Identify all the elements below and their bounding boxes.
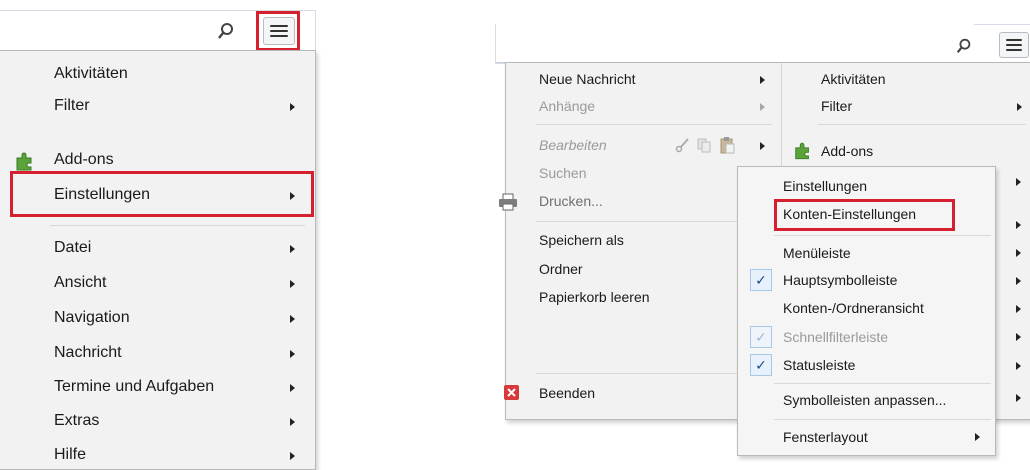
menu-item-termine-und-aufgaben[interactable]: Termine und Aufgaben [0, 374, 315, 402]
checkmark-icon: ✓ [750, 326, 772, 348]
menu-separator [50, 225, 305, 226]
menu-item-label: Drucken... [539, 193, 603, 209]
submenu-item-menueleiste[interactable]: Menüleiste [738, 240, 995, 266]
search-icon[interactable] [955, 37, 973, 55]
submenu-arrow-icon [1016, 333, 1021, 341]
submenu-item-statusleiste[interactable]: ✓ Statusleiste [738, 352, 995, 378]
submenu-arrow-icon [290, 280, 295, 288]
menu-separator [818, 124, 1026, 125]
menu-separator [774, 383, 991, 384]
menu-item-label: Suchen [539, 165, 587, 181]
submenu-arrow-icon [1016, 362, 1021, 370]
menu-item-label: Filter [821, 98, 853, 114]
submenu-arrow-icon [760, 103, 765, 111]
submenu-item-fensterlayout[interactable]: Fensterlayout [738, 424, 995, 450]
copy-icon [696, 137, 712, 158]
submenu-arrow-icon [760, 142, 765, 150]
menu-item-aktivitaeten-right[interactable]: Aktivitäten [782, 68, 1030, 92]
printer-icon [498, 193, 518, 216]
menu-item-nachricht[interactable]: Nachricht [0, 340, 315, 368]
menu-item-label: Ordner [539, 261, 583, 277]
menu-separator [774, 419, 991, 420]
left-app-menu: Aktivitäten Filter Add-ons Einstellungen… [0, 50, 316, 470]
submenu-arrow-icon [290, 315, 295, 323]
menu-item-datei[interactable]: Datei [0, 235, 315, 263]
submenu-item-label: Menüleiste [783, 245, 851, 261]
menu-item-label: Beenden [539, 385, 596, 401]
submenu-arrow-icon [1016, 277, 1021, 285]
menu-item-label: Termine und Aufgaben [54, 378, 215, 395]
submenu-arrow-icon [290, 245, 295, 253]
menu-item-filter-right[interactable]: Filter [782, 95, 1030, 119]
menu-item-filter[interactable]: Filter [0, 93, 315, 121]
right-toolbar [495, 24, 1030, 64]
submenu-item-schnellfilterleiste: ✓ Schnellfilterleiste [738, 324, 995, 350]
submenu-item-label: Fensterlayout [783, 429, 868, 445]
menu-item-label: Filter [54, 97, 90, 114]
konten-einstellungen-highlight [774, 199, 955, 231]
submenu-arrow-icon [290, 103, 295, 111]
submenu-arrow-icon [290, 384, 295, 392]
paste-icon [719, 136, 735, 159]
menu-separator [774, 235, 991, 236]
submenu-arrow-icon [1016, 178, 1021, 186]
submenu-item-label: Konten-/Ordneransicht [783, 300, 924, 316]
submenu-item-label: Schnellfilterleiste [783, 329, 889, 345]
close-red-icon [504, 385, 519, 400]
menu-item-label: Extras [54, 412, 100, 429]
menu-item-label: Speichern als [539, 232, 624, 248]
submenu-arrow-icon [290, 350, 295, 358]
submenu-arrow-icon [1016, 305, 1021, 313]
submenu-arrow-icon [1016, 221, 1021, 229]
menu-item-label: Bearbeiten [539, 137, 607, 153]
menu-item-label: Add-ons [821, 143, 874, 159]
menu-button[interactable] [999, 32, 1029, 58]
search-icon[interactable] [216, 21, 236, 41]
menu-button-highlight [256, 11, 300, 51]
checkmark-icon: ✓ [750, 354, 772, 376]
search-input[interactable] [496, 24, 974, 63]
submenu-arrow-icon [975, 433, 980, 441]
menu-item-label: Navigation [54, 309, 130, 326]
einstellungen-submenu: Einstellungen Konten-Einstellungen Menül… [737, 166, 996, 456]
submenu-arrow-icon [760, 76, 765, 84]
left-toolbar [0, 10, 316, 52]
submenu-arrow-icon [290, 418, 295, 426]
submenu-item-label: Statusleiste [783, 357, 856, 373]
submenu-item-hauptsymbolleiste[interactable]: ✓ Hauptsymbolleiste [738, 267, 995, 293]
einstellungen-highlight [10, 171, 314, 217]
puzzle-icon [793, 141, 813, 165]
menu-item-label: Ansicht [54, 274, 107, 291]
submenu-item-konten-ordneransicht[interactable]: Konten-/Ordneransicht [738, 295, 995, 321]
submenu-arrow-icon [1016, 394, 1021, 402]
submenu-arrow-icon [1017, 103, 1022, 111]
cut-icon [675, 137, 691, 158]
menu-item-addons-right[interactable]: Add-ons [782, 139, 1030, 165]
submenu-item-label: Hauptsymbolleiste [783, 272, 898, 288]
menu-item-label: Hilfe [54, 446, 87, 463]
menu-separator [536, 124, 772, 125]
submenu-item-label: Symbolleisten anpassen... [783, 392, 947, 408]
menu-item-hilfe[interactable]: Hilfe [0, 442, 315, 468]
menu-item-navigation[interactable]: Navigation [0, 305, 315, 333]
submenu-item-label: Einstellungen [783, 178, 868, 194]
checkmark-icon: ✓ [750, 269, 772, 291]
submenu-item-symbolleisten-anpassen[interactable]: Symbolleisten anpassen... [738, 387, 995, 413]
menu-item-label: Nachricht [54, 344, 122, 361]
submenu-arrow-icon [290, 452, 295, 460]
menu-item-label: Add-ons [54, 151, 114, 168]
menu-item-label: Anhänge [539, 98, 596, 114]
submenu-item-einstellungen[interactable]: Einstellungen [738, 173, 995, 199]
menu-item-aktivitaeten[interactable]: Aktivitäten [0, 61, 315, 89]
menu-item-label: Aktivitäten [54, 65, 128, 82]
menu-item-label: Neue Nachricht [539, 71, 636, 87]
menu-item-label: Papierkorb leeren [539, 289, 650, 305]
submenu-arrow-icon [1016, 249, 1021, 257]
menu-item-label: Datei [54, 239, 92, 256]
menu-item-extras[interactable]: Extras [0, 408, 315, 436]
menu-item-ansicht[interactable]: Ansicht [0, 270, 315, 298]
menu-item-label: Aktivitäten [821, 71, 886, 87]
